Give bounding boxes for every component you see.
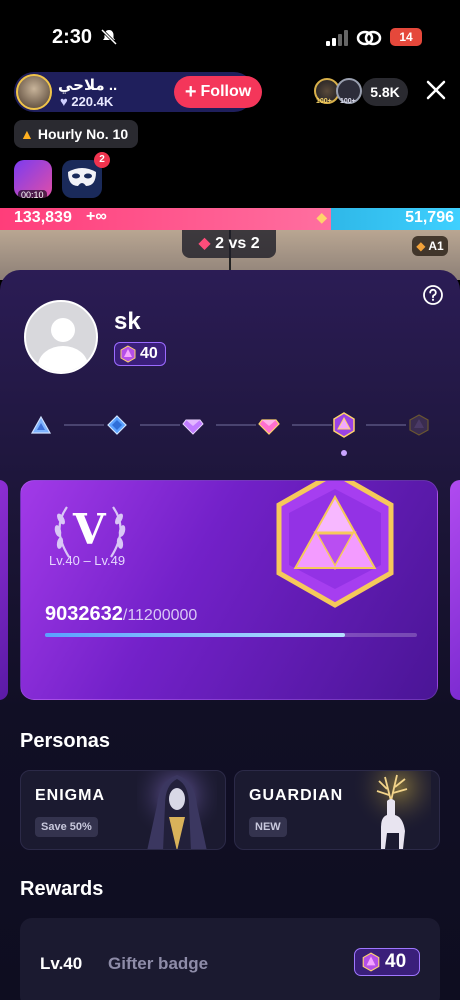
link-icon	[356, 30, 382, 46]
host-pill[interactable]: ملاحي .. ♥ 220.4K + Follow	[14, 72, 262, 112]
bell-muted-icon	[100, 28, 118, 46]
pk-mode-pill[interactable]: ◆ 2 vs 2	[182, 230, 276, 258]
tier-connector	[366, 424, 406, 426]
tier-gem-icon	[276, 481, 394, 608]
pk-right-team: 51,796	[331, 208, 460, 230]
current-tier-indicator	[341, 450, 347, 456]
tier-6-icon[interactable]	[408, 414, 430, 436]
status-bar: 2:30 14	[0, 0, 460, 64]
viewer-count[interactable]: 5.8K	[362, 78, 408, 106]
rewards-heading: Rewards	[20, 878, 104, 900]
plus-icon: +	[184, 81, 197, 103]
tier-letter: V	[73, 505, 106, 554]
infinity-icon: +∞	[86, 208, 107, 225]
rank-tag: ◆ A1	[412, 236, 448, 256]
close-icon[interactable]	[424, 78, 448, 102]
persona-name: GUARDIAN	[249, 787, 344, 804]
avatar-head	[51, 318, 75, 342]
tier-connector	[216, 424, 256, 426]
progress-value: 9032632/11200000	[45, 603, 197, 626]
tier-connector	[140, 424, 180, 426]
battle-icon: ◆	[198, 235, 211, 252]
tier-5-icon[interactable]	[332, 412, 356, 438]
pk-mode-label: 2 vs 2	[215, 235, 260, 252]
previous-tier-card[interactable]	[0, 480, 8, 700]
reward-badge: 40	[354, 948, 420, 976]
signal-icon	[326, 30, 348, 46]
battery-indicator: 14	[390, 28, 422, 46]
progress-target: /11200000	[122, 607, 198, 624]
user-level-value: 40	[140, 345, 158, 362]
gift-timer: 00:10	[18, 190, 47, 200]
tier-connector	[64, 424, 104, 426]
live-header: ملاحي .. ♥ 220.4K + Follow 100+ 100+ 5.8…	[0, 64, 460, 210]
viewer-rank-badge: 100+	[316, 98, 332, 105]
follow-button[interactable]: + Follow	[174, 76, 262, 108]
persona-card-guardian[interactable]: GUARDIAN NEW	[234, 770, 440, 850]
user-level-badge: 40	[114, 342, 166, 366]
progress-fill	[45, 633, 345, 637]
gift-box-icon[interactable]: 00:10	[14, 160, 52, 200]
reward-row[interactable]: Lv.40 Gifter badge 40	[20, 918, 440, 1000]
tier-connector	[292, 424, 332, 426]
help-icon[interactable]	[422, 284, 444, 306]
follow-label: Follow	[200, 83, 252, 100]
avatar-body	[38, 346, 88, 372]
reward-name: Gifter badge	[108, 954, 209, 973]
tier-level-range: Lv.40 – Lv.49	[49, 553, 126, 568]
heart-icon: ♥	[60, 94, 68, 109]
pk-score-bar: 133,839 +∞ ◆ 51,796	[0, 208, 460, 230]
flame-icon: ◆	[316, 209, 328, 225]
viewer-rank-badge: 100+	[340, 98, 356, 105]
hourly-rank-badge[interactable]: ▲ Hourly No. 10	[14, 120, 139, 148]
personas-heading: Personas	[20, 730, 111, 752]
reward-level: Lv.40	[40, 954, 83, 973]
persona-tag: NEW	[249, 817, 287, 837]
tier-4-icon[interactable]	[258, 414, 280, 436]
stag-icon	[351, 771, 431, 849]
gem-level-icon	[120, 345, 136, 363]
hooded-figure-icon	[137, 771, 217, 849]
tier-1-icon[interactable]	[30, 414, 52, 436]
progress-bar	[45, 633, 417, 637]
reward-badge-value: 40	[385, 951, 407, 972]
notification-badge: 2	[94, 152, 110, 168]
clock: 2:30	[52, 26, 93, 48]
pk-left-team: 133,839 +∞ ◆	[0, 208, 332, 230]
pk-left-score: 133,839	[14, 209, 72, 226]
gifter-level-sheet: sk 40 V Lv.40 – Lv.49 9032632/11200000 P…	[0, 270, 460, 1000]
progress-current: 9032632	[45, 603, 123, 625]
user-avatar[interactable]	[24, 300, 98, 374]
fire-icon: ▲	[20, 126, 34, 142]
host-likes-count: 220.4K	[71, 94, 114, 109]
tier-track	[28, 410, 436, 456]
tier-3-icon[interactable]	[182, 414, 204, 436]
next-tier-card[interactable]	[450, 480, 460, 700]
host-avatar[interactable]	[16, 74, 52, 110]
rank-tag-label: A1	[428, 239, 444, 253]
hourly-rank-label: Hourly No. 10	[37, 126, 129, 142]
current-tier-card[interactable]: V Lv.40 – Lv.49 9032632/11200000	[20, 480, 438, 700]
host-name: ملاحي ..	[58, 77, 118, 94]
persona-name: ENIGMA	[35, 787, 105, 804]
host-likes: ♥ 220.4K	[60, 94, 113, 109]
username: sk	[114, 308, 141, 335]
diamond-icon: ◆	[416, 239, 426, 253]
persona-tag: Save 50%	[35, 817, 98, 837]
gem-level-icon	[362, 952, 380, 972]
tier-2-icon[interactable]	[106, 414, 128, 436]
persona-card-enigma[interactable]: ENIGMA Save 50%	[20, 770, 226, 850]
pk-right-score: 51,796	[405, 209, 454, 226]
